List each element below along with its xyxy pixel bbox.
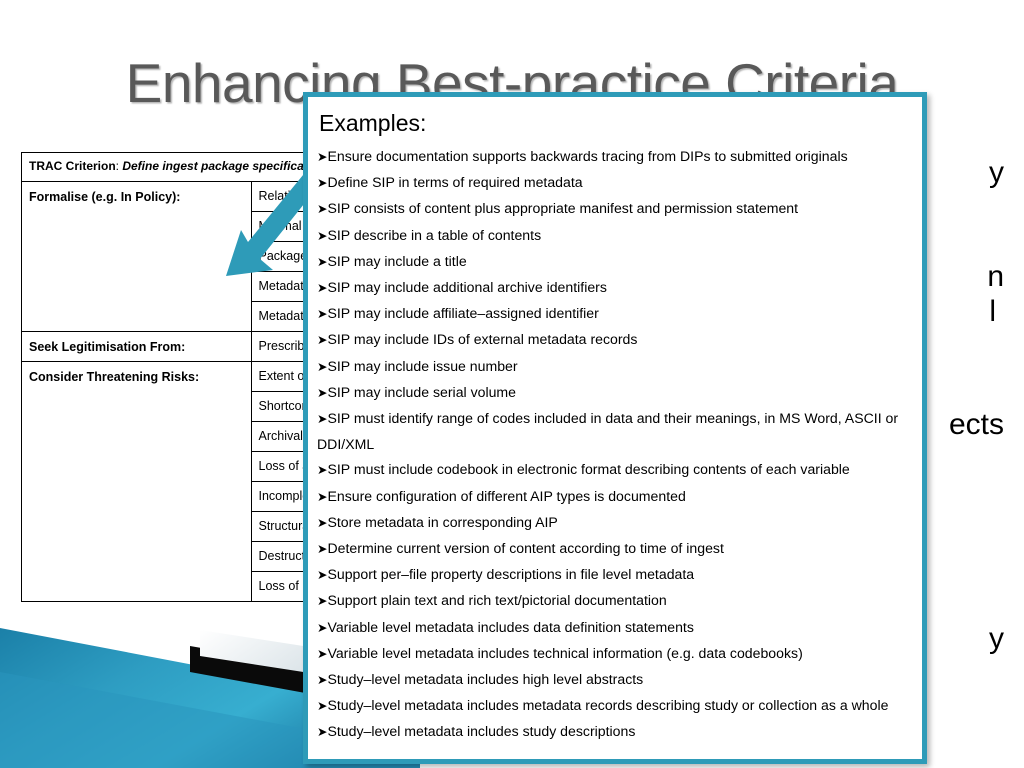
example-bullet-text: SIP may include a title bbox=[327, 252, 467, 269]
trac-criterion-value: Define ingest package specifica bbox=[122, 159, 304, 173]
bullet-arrow-icon: ➤ bbox=[317, 489, 328, 504]
bullet-arrow-icon: ➤ bbox=[317, 281, 328, 296]
bullet-arrow-icon: ➤ bbox=[317, 150, 328, 164]
background-text-fragment: y bbox=[989, 622, 1004, 655]
bullet-arrow-icon: ➤ bbox=[317, 725, 328, 740]
examples-list: ➤Ensure documentation supports backwards… bbox=[317, 144, 912, 746]
example-bullet-item: ➤SIP consists of content plus appropriat… bbox=[317, 196, 912, 222]
example-bullet-text: Define SIP in terms of required metadata bbox=[327, 174, 583, 191]
bullet-arrow-icon: ➤ bbox=[317, 333, 328, 348]
example-bullet-item: ➤Study–level metadata includes study des… bbox=[317, 719, 912, 745]
example-bullet-item: ➤SIP may include affiliate–assigned iden… bbox=[317, 301, 912, 327]
example-bullet-text: Variable level metadata includes technic… bbox=[327, 644, 803, 661]
example-bullet-item: ➤SIP may include additional archive iden… bbox=[317, 275, 912, 301]
example-bullet-text: SIP may include serial volume bbox=[327, 383, 517, 400]
example-bullet-text: SIP may include affiliate–assigned ident… bbox=[327, 305, 599, 322]
example-bullet-item: ➤Store metadata in corresponding AIP bbox=[317, 510, 912, 536]
bullet-arrow-icon: ➤ bbox=[317, 646, 328, 661]
bullet-arrow-icon: ➤ bbox=[317, 568, 328, 583]
example-bullet-item: ➤SIP may include serial volume bbox=[317, 380, 912, 406]
trac-criterion-label: TRAC Criterion bbox=[29, 159, 116, 173]
background-text-fragment: ects bbox=[948, 408, 1004, 441]
example-bullet-text: SIP may include IDs of external metadata… bbox=[327, 331, 638, 348]
table-category-cell: Seek Legitimisation From: bbox=[21, 330, 252, 362]
example-bullet-text: SIP consists of content plus appropriate… bbox=[327, 200, 799, 217]
example-bullet-text: Store metadata in corresponding AIP bbox=[327, 513, 558, 530]
example-bullet-text: SIP must identify range of codes include… bbox=[317, 410, 899, 453]
example-bullet-item: ➤Variable level metadata includes techni… bbox=[317, 641, 912, 667]
bullet-arrow-icon: ➤ bbox=[317, 254, 328, 269]
background-text-fragment: l bbox=[989, 295, 996, 328]
example-bullet-item: ➤Ensure documentation supports backwards… bbox=[317, 144, 912, 170]
example-bullet-text: Variable level metadata includes data de… bbox=[327, 618, 694, 635]
example-bullet-text: SIP may include additional archive ident… bbox=[327, 279, 607, 296]
example-bullet-item: ➤Variable level metadata includes data d… bbox=[317, 615, 912, 641]
example-bullet-text: Study–level metadata includes metadata r… bbox=[327, 697, 889, 714]
bullet-arrow-icon: ➤ bbox=[317, 176, 328, 191]
example-bullet-text: Support plain text and rich text/pictori… bbox=[327, 592, 667, 609]
example-bullet-text: Study–level metadata includes study desc… bbox=[327, 723, 636, 740]
example-bullet-text: Determine current version of content acc… bbox=[327, 540, 724, 557]
example-bullet-item: ➤SIP describe in a table of contents bbox=[317, 223, 912, 249]
table-category-cell: Consider Threatening Risks: bbox=[21, 360, 252, 602]
table-category-cell: Formalise (e.g. In Policy): bbox=[21, 180, 252, 332]
bullet-arrow-icon: ➤ bbox=[317, 385, 328, 400]
example-bullet-item: ➤SIP must include codebook in electronic… bbox=[317, 457, 912, 483]
bullet-arrow-icon: ➤ bbox=[317, 620, 328, 635]
example-bullet-text: Study–level metadata includes high level… bbox=[327, 671, 644, 688]
example-bullet-item: ➤SIP may include IDs of external metadat… bbox=[317, 327, 912, 353]
example-bullet-text: Ensure configuration of different AIP ty… bbox=[327, 487, 686, 504]
bullet-arrow-icon: ➤ bbox=[317, 359, 328, 374]
bullet-arrow-icon: ➤ bbox=[317, 542, 328, 557]
example-bullet-item: ➤Define SIP in terms of required metadat… bbox=[317, 170, 912, 196]
bullet-arrow-icon: ➤ bbox=[317, 307, 328, 322]
example-bullet-item: ➤Study–level metadata includes metadata … bbox=[317, 693, 912, 719]
bullet-arrow-icon: ➤ bbox=[317, 594, 328, 609]
example-bullet-item: ➤SIP must identify range of codes includ… bbox=[317, 406, 912, 457]
example-bullet-text: SIP must include codebook in electronic … bbox=[327, 461, 850, 478]
bullet-arrow-icon: ➤ bbox=[317, 228, 328, 243]
example-bullet-item: ➤Support plain text and rich text/pictor… bbox=[317, 588, 912, 614]
example-bullet-text: SIP describe in a table of contents bbox=[327, 226, 542, 243]
example-bullet-item: ➤Ensure configuration of different AIP t… bbox=[317, 484, 912, 510]
bullet-arrow-icon: ➤ bbox=[317, 202, 328, 217]
example-bullet-item: ➤Determine current version of content ac… bbox=[317, 536, 912, 562]
bullet-arrow-icon: ➤ bbox=[317, 673, 328, 688]
example-bullet-item: ➤Support per–file property descriptions … bbox=[317, 562, 912, 588]
example-bullet-item: ➤SIP may include a title bbox=[317, 249, 912, 275]
background-text-fragment: n bbox=[987, 260, 1004, 293]
bullet-arrow-icon: ➤ bbox=[317, 463, 328, 478]
bullet-arrow-icon: ➤ bbox=[317, 412, 328, 427]
example-bullet-text: Support per–file property descriptions i… bbox=[327, 566, 695, 583]
example-bullet-item: ➤Study–level metadata includes high leve… bbox=[317, 667, 912, 693]
examples-heading: Examples: bbox=[319, 110, 427, 136]
example-bullet-item: ➤SIP may include issue number bbox=[317, 354, 912, 380]
bullet-arrow-icon: ➤ bbox=[317, 515, 328, 530]
example-bullet-text: SIP may include issue number bbox=[327, 357, 518, 374]
bullet-arrow-icon: ➤ bbox=[317, 699, 328, 714]
background-text-fragment: y bbox=[989, 156, 1004, 189]
examples-callout-panel: Examples: ➤Ensure documentation supports… bbox=[303, 92, 927, 764]
example-bullet-text: Ensure documentation supports backwards … bbox=[327, 148, 848, 164]
